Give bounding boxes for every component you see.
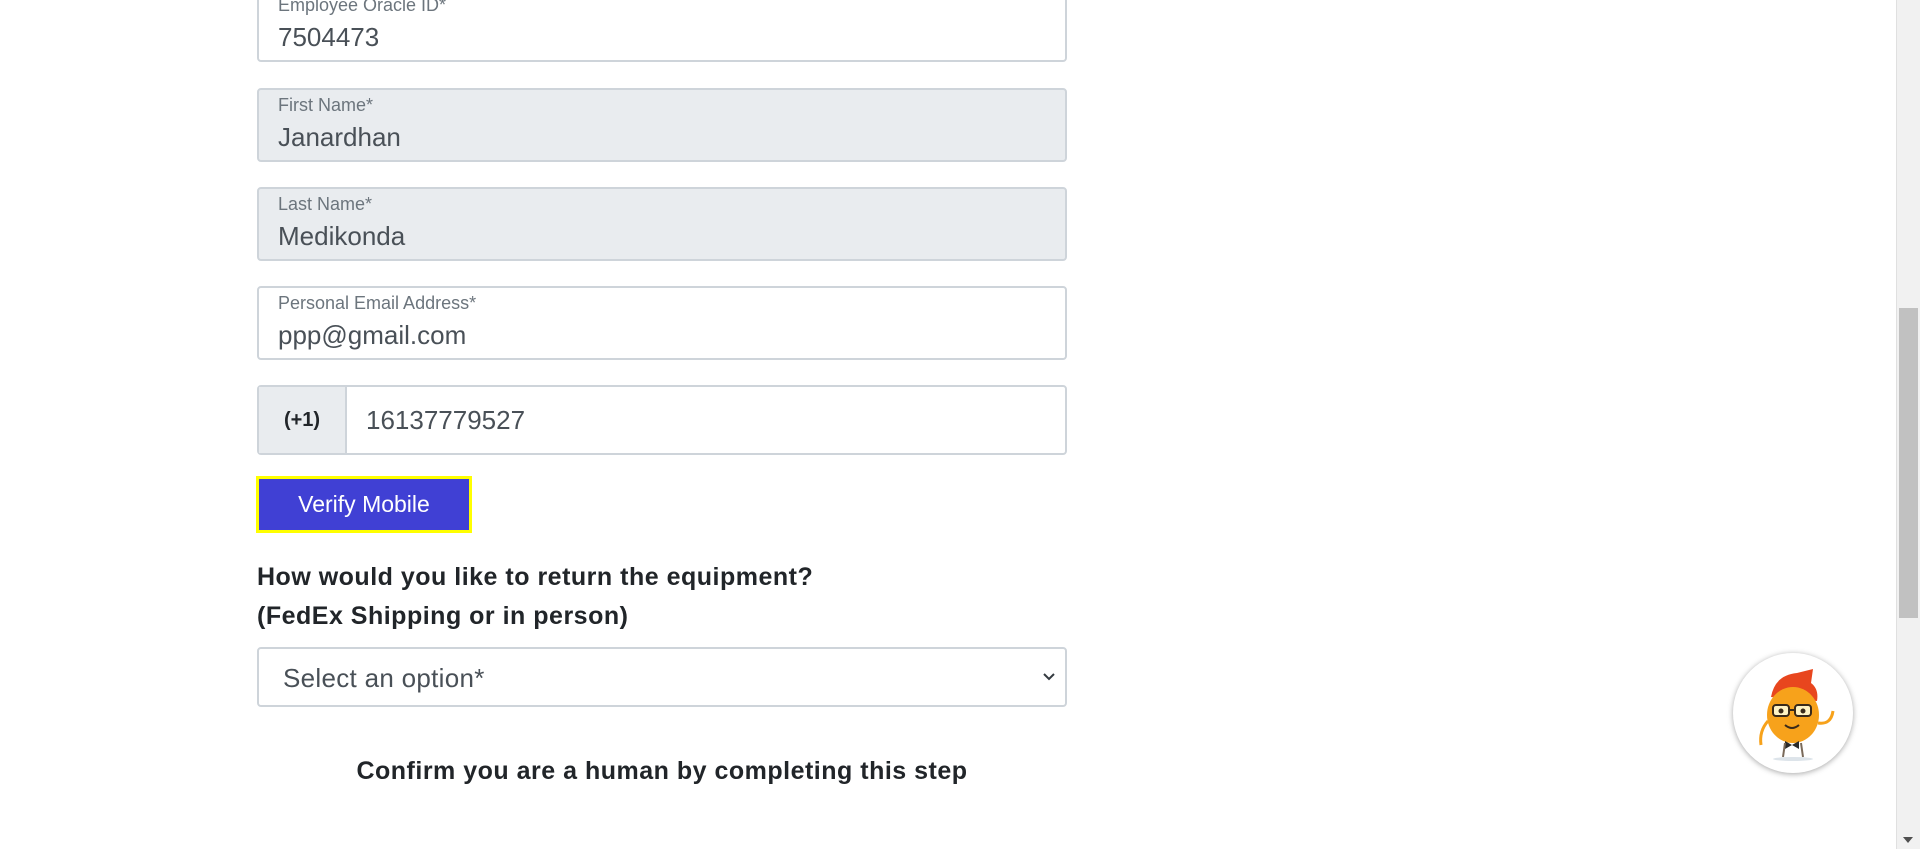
first-name-value: Janardhan — [278, 122, 401, 152]
verify-mobile-button[interactable]: Verify Mobile — [256, 476, 472, 533]
last-name-label: Last Name* — [278, 194, 373, 214]
return-method-selected-value: Select an option* — [283, 663, 485, 693]
country-code-prefix: (+1) — [259, 387, 347, 453]
personal-email-field[interactable]: Personal Email Address* ppp@gmail.com — [257, 286, 1067, 360]
page: Employee Oracle ID* 7504473 First Name* … — [0, 0, 1920, 849]
last-name-value: Medikonda — [278, 221, 406, 251]
return-method-select[interactable]: Select an option* — [257, 647, 1067, 707]
employee-oracle-id-value: 7504473 — [278, 22, 380, 52]
first-name-field[interactable]: First Name* Janardhan — [257, 88, 1067, 162]
captcha-prompt: Confirm you are a human by completing th… — [356, 757, 968, 785]
chat-assistant-button[interactable] — [1733, 653, 1853, 773]
first-name-label: First Name* — [278, 95, 374, 115]
mobile-phone-group: (+1) — [257, 385, 1067, 455]
employee-oracle-id-label: Employee Oracle ID* — [278, 0, 447, 15]
last-name-field[interactable]: Last Name* Medikonda — [257, 187, 1067, 261]
employee-oracle-id-field[interactable]: Employee Oracle ID* 7504473 — [257, 0, 1067, 62]
return-method-question: How would you like to return the equipme… — [257, 563, 814, 630]
chevron-down-icon — [1043, 673, 1055, 681]
personal-email-label: Personal Email Address* — [278, 293, 477, 313]
vertical-scrollbar[interactable] — [1896, 0, 1920, 849]
mascot-chat-icon — [1759, 669, 1835, 761]
scroll-down-arrow-icon[interactable] — [1903, 837, 1913, 843]
mobile-phone-input[interactable] — [347, 387, 1065, 453]
personal-email-value: ppp@gmail.com — [278, 320, 467, 350]
scrollbar-thumb[interactable] — [1899, 308, 1918, 618]
